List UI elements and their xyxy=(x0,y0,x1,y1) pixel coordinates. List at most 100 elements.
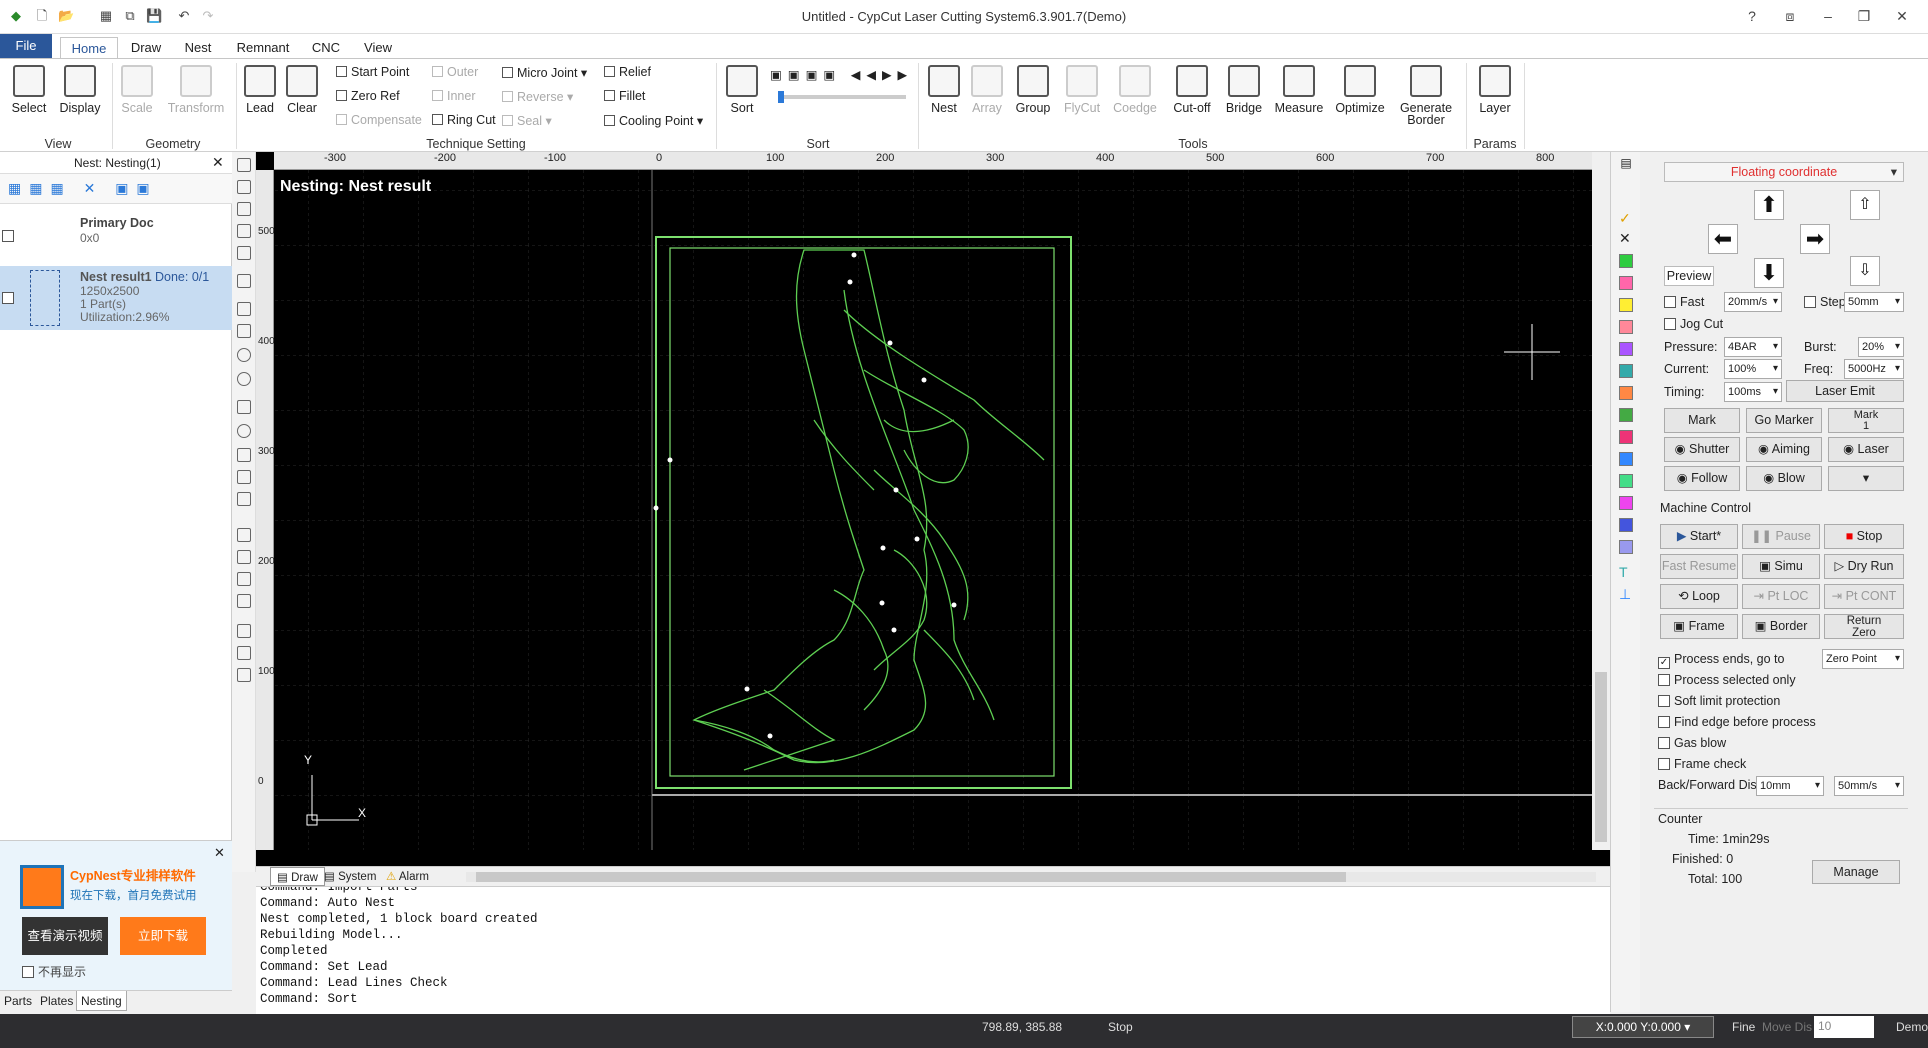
simu-button[interactable]: ▣ Simu xyxy=(1742,554,1820,579)
fast-option[interactable]: Fast xyxy=(1664,295,1704,309)
star-tool-icon[interactable] xyxy=(237,470,251,484)
checkbox[interactable] xyxy=(2,292,14,304)
pointer-tool-icon[interactable] xyxy=(237,158,251,172)
checkbox[interactable] xyxy=(1658,695,1670,707)
vertical-scrollbar[interactable] xyxy=(1592,152,1610,850)
clear-button[interactable]: Clear xyxy=(284,65,320,115)
drawing-canvas[interactable]: -300 -200 -100 0 100 200 300 400 500 600… xyxy=(256,152,1610,868)
pressure-select[interactable]: 4BAR xyxy=(1724,337,1782,357)
checkbox[interactable] xyxy=(1664,296,1676,308)
ellipse-tool-icon[interactable] xyxy=(237,424,251,438)
close-icon[interactable]: ✕ xyxy=(212,154,224,171)
layer-color-swatch[interactable] xyxy=(1619,342,1633,356)
dont-show-option[interactable]: 不再显示 xyxy=(22,963,86,980)
coedge-button[interactable]: Coedge xyxy=(1110,65,1160,115)
horizontal-scrollbar[interactable] xyxy=(466,872,1596,882)
sort-tools-row[interactable]: ▣▣▣▣ ◀◀▶▶ xyxy=(770,67,913,82)
blow-button[interactable]: ◉ Blow xyxy=(1746,466,1822,491)
fast-resume-button[interactable]: Fast Resume xyxy=(1660,554,1738,579)
current-select[interactable]: 100% xyxy=(1724,359,1782,379)
download-button[interactable]: 立即下载 xyxy=(120,917,206,955)
tab-nest[interactable]: Nest xyxy=(178,37,218,58)
loop-button[interactable]: ⟲ Loop xyxy=(1660,584,1738,609)
process-selected-option[interactable]: Process selected only xyxy=(1658,673,1796,687)
compensate-button[interactable]: Compensate xyxy=(336,113,422,127)
help-icon[interactable]: ? xyxy=(1742,6,1762,26)
tab-parts[interactable]: Parts xyxy=(4,994,32,1008)
bridge-button[interactable]: Bridge xyxy=(1222,65,1266,115)
close-icon[interactable]: ✕ xyxy=(1619,230,1631,247)
timing-select[interactable]: 100ms xyxy=(1724,382,1782,402)
zero-ref-button[interactable]: Zero Ref xyxy=(336,89,400,103)
seal-button[interactable]: Seal ▾ xyxy=(502,113,552,128)
zero-point-select[interactable]: Zero Point xyxy=(1822,649,1904,669)
layer-color-swatch[interactable] xyxy=(1619,276,1633,290)
tab-view[interactable]: View xyxy=(356,37,400,58)
cutoff-button[interactable]: Cut-off xyxy=(1168,65,1216,115)
layer-color-swatch[interactable] xyxy=(1619,474,1633,488)
text-tool-icon[interactable] xyxy=(237,448,251,462)
cooling-point-button[interactable]: Cooling Point ▾ xyxy=(604,113,703,128)
optimize-button[interactable]: Optimize xyxy=(1332,65,1388,115)
frame-check-option[interactable]: Frame check xyxy=(1658,757,1746,771)
tab-system[interactable]: ▤ System xyxy=(324,869,376,883)
sort-slider-handle[interactable] xyxy=(778,91,784,103)
checkbox[interactable] xyxy=(1658,674,1670,686)
go-marker-button[interactable]: Go Marker xyxy=(1746,408,1822,433)
pt-cont-button[interactable]: ⇥ Pt CONT xyxy=(1824,584,1904,609)
watch-video-button[interactable]: 查看演示视频 xyxy=(22,917,108,955)
sort-slider[interactable] xyxy=(778,91,906,103)
start-button[interactable]: ▶ Start* xyxy=(1660,524,1738,549)
polyline-tool-icon[interactable] xyxy=(237,324,251,338)
jog-up-button[interactable]: ⬆ xyxy=(1754,190,1784,220)
layer-color-swatch[interactable] xyxy=(1619,452,1633,466)
soft-limit-option[interactable]: Soft limit protection xyxy=(1658,694,1780,708)
tab-cnc[interactable]: CNC xyxy=(306,37,346,58)
text-layer-icon[interactable]: T xyxy=(1619,564,1628,580)
circle-tool-icon[interactable] xyxy=(237,348,251,362)
close-icon[interactable]: ✕ xyxy=(214,845,225,861)
corner-tool-icon[interactable] xyxy=(237,668,251,682)
fast-speed-select[interactable]: 20mm/s xyxy=(1724,292,1782,312)
panel-tool-icons[interactable]: ▦▦▦ ✕ ▣▣ xyxy=(8,180,158,197)
z-up-button[interactable]: ⇧ xyxy=(1850,190,1880,220)
checkbox[interactable] xyxy=(1658,716,1670,728)
gas-blow-option[interactable]: Gas blow xyxy=(1658,736,1726,750)
coordinate-mode-select[interactable]: Floating coordinate ▾ xyxy=(1664,162,1904,182)
step-option[interactable]: Step xyxy=(1804,295,1846,309)
transform-button[interactable]: Transform xyxy=(164,65,228,115)
tab-draw[interactable]: Draw xyxy=(124,37,168,58)
display-button[interactable]: Display xyxy=(58,65,102,115)
settings-tool-icon[interactable] xyxy=(237,624,251,638)
restore-layout-icon[interactable]: ⧈ xyxy=(1780,6,1800,26)
flycut-button[interactable]: FlyCut xyxy=(1060,65,1104,115)
array-button[interactable]: Array xyxy=(968,65,1006,115)
lead-button[interactable]: Lead xyxy=(242,65,278,115)
checkbox[interactable] xyxy=(2,230,14,242)
rectangle-tool-icon[interactable] xyxy=(237,400,251,414)
jog-cut-option[interactable]: Jog Cut xyxy=(1664,317,1723,331)
step-value-select[interactable]: 50mm xyxy=(1844,292,1904,312)
tab-alarm[interactable]: ⚠ Alarm xyxy=(386,869,429,883)
layer-color-swatch[interactable] xyxy=(1619,320,1633,334)
scrollbar-thumb[interactable] xyxy=(1595,672,1607,842)
line-tool-icon[interactable] xyxy=(237,302,251,316)
back-forward-distance-select[interactable]: 10mm xyxy=(1756,776,1824,796)
manage-button[interactable]: Manage xyxy=(1812,860,1900,884)
layer-color-swatch[interactable] xyxy=(1619,430,1633,444)
find-edge-option[interactable]: Find edge before process xyxy=(1658,715,1816,729)
list-item[interactable]: Primary Doc 0x0 xyxy=(0,208,232,264)
return-zero-button[interactable]: Return Zero xyxy=(1824,614,1904,639)
fillet-button[interactable]: Fillet xyxy=(604,89,645,103)
laser-emit-button[interactable]: Laser Emit xyxy=(1786,380,1904,402)
extra-select[interactable]: ▾ xyxy=(1828,466,1904,491)
sort-button[interactable]: Sort xyxy=(724,65,760,115)
follow-button[interactable]: ◉ Follow xyxy=(1664,466,1740,491)
stop-button[interactable]: ■ Stop xyxy=(1824,524,1904,549)
reverse-button[interactable]: Reverse ▾ xyxy=(502,89,573,104)
tab-nesting[interactable]: Nesting xyxy=(76,991,127,1011)
bridge-tool-icon[interactable] xyxy=(237,594,251,608)
select-tool-icon[interactable] xyxy=(237,202,251,216)
border-button[interactable]: ▣ Border xyxy=(1742,614,1820,639)
checkbox-checked[interactable]: ✓ xyxy=(1658,657,1670,669)
